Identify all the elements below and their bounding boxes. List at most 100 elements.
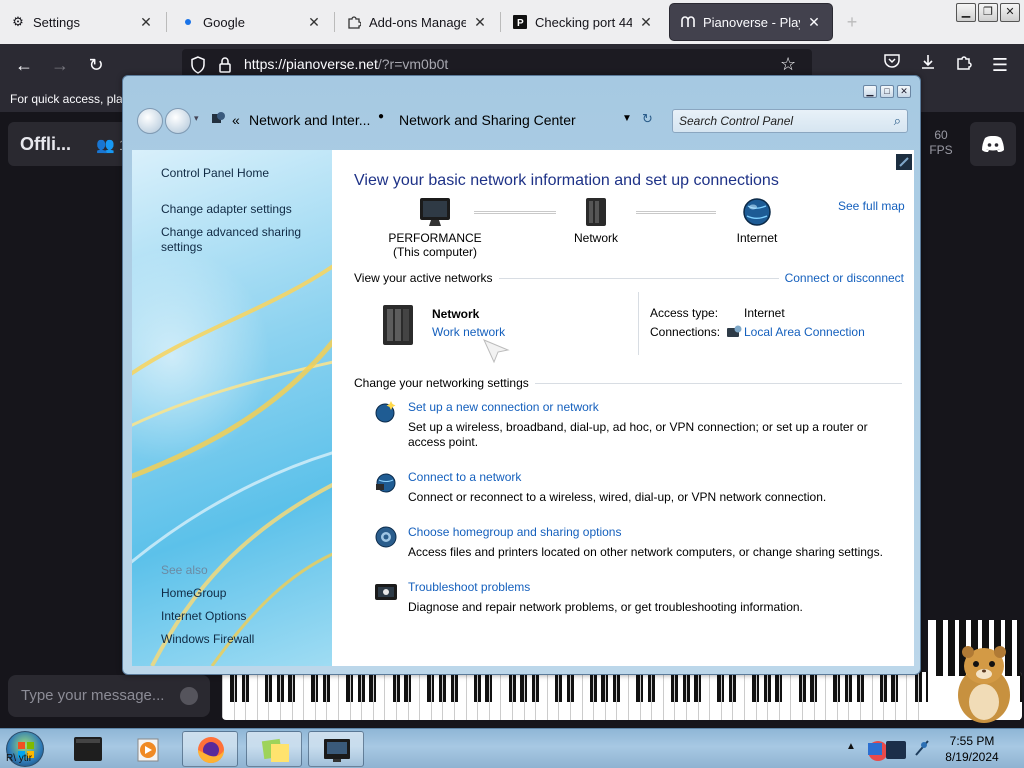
piano-white-key[interactable] bbox=[778, 672, 780, 720]
piano-white-key[interactable] bbox=[720, 672, 722, 720]
see-full-map-link[interactable]: See full map bbox=[838, 199, 905, 213]
back-button[interactable] bbox=[137, 108, 163, 134]
piano-white-key[interactable] bbox=[860, 672, 861, 720]
control-panel-home-link[interactable]: Control Panel Home bbox=[161, 166, 269, 181]
piano-white-key[interactable] bbox=[338, 672, 339, 720]
close-icon[interactable]: ✕ bbox=[138, 14, 154, 30]
forward-button[interactable] bbox=[165, 108, 191, 134]
piano-white-key[interactable] bbox=[314, 672, 316, 720]
internet-options-link[interactable]: Internet Options bbox=[161, 609, 246, 624]
piano-white-key[interactable] bbox=[604, 672, 606, 720]
piano-white-key[interactable] bbox=[523, 672, 525, 720]
piano-white-key[interactable] bbox=[628, 672, 629, 720]
piano-white-key[interactable] bbox=[465, 672, 467, 720]
piano-white-key[interactable] bbox=[233, 672, 235, 720]
download-icon[interactable] bbox=[916, 53, 940, 77]
piano-white-key[interactable] bbox=[732, 672, 734, 720]
piano-white-key[interactable] bbox=[256, 672, 258, 720]
breadcrumb[interactable]: « Network and Inter... ● Network and Sha… bbox=[210, 109, 710, 133]
piano-white-key[interactable] bbox=[361, 672, 363, 720]
piano-white-key[interactable] bbox=[697, 672, 699, 720]
piano-white-key[interactable] bbox=[744, 672, 745, 720]
chat-send-icon[interactable] bbox=[180, 687, 198, 705]
piano-white-key[interactable] bbox=[303, 672, 305, 720]
address-dropdown-icon[interactable]: ▼ bbox=[622, 113, 632, 124]
close-icon[interactable]: ✕ bbox=[306, 14, 322, 30]
taskbar-explorer[interactable] bbox=[60, 731, 116, 767]
cp-close-icon[interactable]: ✕ bbox=[897, 85, 911, 98]
piano-white-key[interactable] bbox=[790, 672, 792, 720]
piano-black-key[interactable] bbox=[936, 620, 943, 676]
piano-white-key[interactable] bbox=[512, 672, 513, 720]
piano-white-key[interactable] bbox=[802, 672, 803, 720]
change-advanced-sharing-link[interactable]: Change advanced sharing settings bbox=[161, 225, 311, 255]
piano-white-key[interactable] bbox=[372, 672, 374, 720]
piano-white-key[interactable] bbox=[662, 672, 664, 720]
new-tab-icon[interactable]: + bbox=[842, 12, 862, 32]
system-clock[interactable]: 7:55 PM 8/19/2024 bbox=[925, 733, 1019, 765]
tab-settings[interactable]: ⚙ Settings ✕ bbox=[0, 4, 164, 40]
discord-button[interactable] bbox=[970, 122, 1016, 166]
show-hidden-icons[interactable]: ▲ bbox=[846, 741, 856, 752]
taskbar-firefox[interactable] bbox=[182, 731, 238, 767]
map-internet[interactable]: Internet bbox=[726, 196, 788, 245]
piano-white-key[interactable] bbox=[651, 672, 653, 720]
piano-white-key[interactable] bbox=[419, 672, 421, 720]
piano-white-key[interactable] bbox=[871, 672, 873, 720]
local-area-connection-link[interactable]: Local Area Connection bbox=[744, 325, 865, 339]
change-adapter-settings-link[interactable]: Change adapter settings bbox=[161, 202, 292, 217]
piano-white-key[interactable] bbox=[349, 672, 351, 720]
breadcrumb-overflow-icon[interactable]: « bbox=[232, 112, 240, 128]
piano-white-key[interactable] bbox=[430, 672, 432, 720]
piano-white-key[interactable] bbox=[686, 672, 687, 720]
piano-white-key[interactable] bbox=[488, 672, 490, 720]
piano-white-key[interactable] bbox=[442, 672, 444, 720]
refresh-icon[interactable]: ↻ bbox=[642, 111, 653, 127]
breadcrumb-current[interactable]: Network and Sharing Center bbox=[399, 112, 576, 128]
piano-white-key[interactable] bbox=[848, 672, 850, 720]
recent-pages-icon[interactable]: ▾ bbox=[194, 113, 199, 124]
setup-connection-link[interactable]: Set up a new connection or network bbox=[408, 400, 599, 414]
piano-white-key[interactable] bbox=[755, 672, 757, 720]
piano-white-key[interactable] bbox=[396, 672, 397, 720]
piano-white-key[interactable] bbox=[767, 672, 769, 720]
piano-white-key[interactable] bbox=[268, 672, 270, 720]
taskbar-sticky-notes[interactable] bbox=[246, 731, 302, 767]
taskbar-control-panel[interactable] bbox=[308, 731, 364, 767]
piano-white-key[interactable] bbox=[326, 672, 328, 720]
piano-white-key[interactable] bbox=[245, 672, 247, 720]
piano-white-key[interactable] bbox=[581, 672, 583, 720]
piano-white-key[interactable] bbox=[280, 672, 281, 720]
close-window-icon[interactable]: ✕ bbox=[1000, 3, 1020, 22]
piano-white-key[interactable] bbox=[813, 672, 815, 720]
piano-white-key[interactable] bbox=[709, 672, 711, 720]
piano-white-key[interactable] bbox=[291, 672, 293, 720]
taskbar-media-player[interactable] bbox=[120, 731, 176, 767]
minimize-icon[interactable]: ▁ bbox=[956, 3, 976, 22]
tab-pianoverse[interactable]: Pianoverse - Play pia ✕ bbox=[670, 4, 832, 40]
homegroup-link[interactable]: HomeGroup bbox=[161, 586, 226, 601]
chat-message-input[interactable]: Type your message... bbox=[8, 675, 210, 717]
tab-google[interactable]: Google ✕ bbox=[170, 4, 332, 40]
piano-white-key[interactable] bbox=[500, 672, 502, 720]
bookmark-star-icon[interactable]: ☆ bbox=[780, 54, 796, 75]
piano-white-key[interactable] bbox=[593, 672, 595, 720]
piano-white-key[interactable] bbox=[639, 672, 641, 720]
url-text[interactable]: https://pianoverse.net/?r=vm0b0t bbox=[244, 56, 448, 72]
piano-white-key[interactable] bbox=[384, 672, 386, 720]
cp-maximize-icon[interactable]: □ bbox=[880, 85, 894, 98]
piano-white-key[interactable] bbox=[570, 672, 571, 720]
piano-white-key[interactable] bbox=[906, 672, 908, 720]
close-icon[interactable]: ✕ bbox=[638, 14, 654, 30]
breadcrumb-network-internet[interactable]: Network and Inter... bbox=[249, 112, 370, 128]
restore-icon[interactable]: ❐ bbox=[978, 3, 998, 22]
piano-white-key[interactable] bbox=[674, 672, 676, 720]
forward-icon[interactable]: → bbox=[48, 53, 72, 77]
piano-white-key[interactable] bbox=[883, 672, 885, 720]
piano-white-key[interactable] bbox=[616, 672, 618, 720]
piano-white-key[interactable] bbox=[558, 672, 560, 720]
troubleshoot-link[interactable]: Troubleshoot problems bbox=[408, 580, 530, 594]
extensions-icon[interactable] bbox=[952, 53, 976, 77]
piano-keyboard[interactable] bbox=[222, 672, 1022, 720]
windows-firewall-link[interactable]: Windows Firewall bbox=[161, 632, 254, 647]
